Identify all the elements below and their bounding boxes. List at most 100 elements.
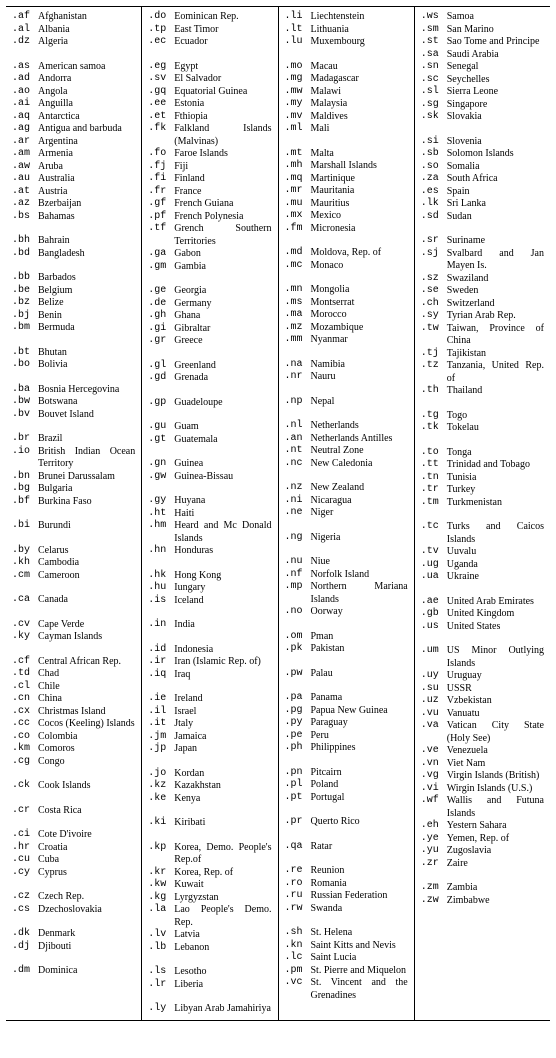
country-name: Muxembourg — [309, 36, 408, 49]
tld-code: .ml — [285, 123, 309, 136]
country-entry: .viWirgin Islands (U.S.) — [421, 783, 544, 796]
tld-code: .se — [421, 285, 445, 298]
country-entry: .esSpain — [421, 186, 544, 199]
country-entry: .tzTanzania, United Rep. of — [421, 360, 544, 385]
country-name: Zimbabwe — [445, 895, 544, 908]
country-name: Montserrat — [309, 297, 408, 310]
country-name: Korea, Rep. of — [172, 867, 271, 880]
country-entry: .toTonga — [421, 447, 544, 460]
tld-code: .sd — [421, 211, 445, 224]
tld-code: .nz — [285, 482, 309, 495]
country-name: Senegal — [445, 61, 544, 74]
country-name: Cook Islands — [36, 780, 135, 793]
tld-code: .kn — [285, 940, 309, 953]
country-name: Guinea — [172, 458, 271, 471]
tld-code: .gl — [148, 360, 172, 373]
country-entry: .bdBangladesh — [12, 248, 135, 261]
country-entry: .cyCyprus — [12, 867, 135, 880]
country-name: Germany — [172, 298, 271, 311]
tld-code: .ir — [148, 656, 172, 669]
country-name: Belize — [36, 297, 135, 310]
tld-code: .ae — [421, 596, 445, 609]
country-entry: .chSwitzerland — [421, 298, 544, 311]
country-entry: .lkSri Lanka — [421, 198, 544, 211]
country-name: Cameroon — [36, 570, 135, 583]
tld-code: .gw — [148, 471, 172, 484]
country-name: Liechtenstein — [309, 11, 408, 24]
tld-code: .sc — [421, 74, 445, 87]
country-name: Macau — [309, 61, 408, 74]
country-name: San Marino — [445, 24, 544, 37]
country-entry: .kmComoros — [12, 743, 135, 756]
tld-code: .ua — [421, 571, 445, 584]
tld-code: .nc — [285, 458, 309, 471]
tld-code: .sv — [148, 73, 172, 86]
spacer — [148, 756, 271, 768]
tld-code: .cv — [12, 619, 36, 632]
country-name: Haiti — [172, 508, 271, 521]
tld-code: .py — [285, 717, 309, 730]
country-entry: .mqMartinique — [285, 173, 408, 186]
tld-code: .ph — [285, 742, 309, 755]
country-entry: .neNiger — [285, 507, 408, 520]
country-entry: .ghGhana — [148, 310, 271, 323]
country-name: Eominican Rep. — [172, 11, 271, 24]
country-entry: .djDjibouti — [12, 941, 135, 954]
tld-code: .np — [285, 396, 309, 409]
tld-code: .pw — [285, 668, 309, 681]
country-entry: .kiKiribati — [148, 817, 271, 830]
country-entry: .fjFiji — [148, 161, 271, 174]
country-name: Cuba — [36, 854, 135, 867]
country-entry: .ntNeutral Zone — [285, 445, 408, 458]
column-2: .doEominican Rep..tpEast Timor.ecEcuador… — [141, 7, 277, 1020]
country-name: Pman — [309, 631, 408, 644]
country-name: Kenya — [172, 793, 271, 806]
spacer — [148, 632, 271, 644]
tld-code: .hk — [148, 570, 172, 583]
country-entry: .ilIsrael — [148, 706, 271, 719]
country-name: Yemen, Rep. of — [445, 833, 544, 846]
tld-code: .um — [421, 645, 445, 658]
country-name: Lao People's Demo. Rep. — [172, 904, 271, 929]
country-entry: .lsLesotho — [148, 966, 271, 979]
tld-code: .vu — [421, 708, 445, 721]
tld-code: .mr — [285, 185, 309, 198]
country-name: Jamaica — [172, 731, 271, 744]
country-name: US Minor Outlying Islands — [445, 645, 544, 670]
tld-code: .kw — [148, 879, 172, 892]
country-entry: .rwSwanda — [285, 903, 408, 916]
tld-code: .sz — [421, 273, 445, 286]
country-name: Grenada — [172, 372, 271, 385]
tld-code: .to — [421, 447, 445, 460]
country-name: Namibia — [309, 359, 408, 372]
country-entry: .bsBahamas — [12, 211, 135, 224]
country-name: Israel — [172, 706, 271, 719]
tld-code: .bd — [12, 248, 36, 261]
tld-code: .aw — [12, 161, 36, 174]
country-entry: .msMontserrat — [285, 297, 408, 310]
country-entry: .bfBurkina Faso — [12, 496, 135, 509]
tld-code: .sa — [421, 49, 445, 62]
country-name: New Zealand — [309, 482, 408, 495]
tld-code: .fr — [148, 186, 172, 199]
tld-code: .nf — [285, 569, 309, 582]
tld-code: .ni — [285, 495, 309, 508]
country-name: St. Pierre and Miquelon — [309, 965, 408, 978]
country-name: Saint Lucia — [309, 952, 408, 965]
tld-code: .fj — [148, 161, 172, 174]
tld-code: .ck — [12, 780, 36, 793]
country-name: Norfolk Island — [309, 569, 408, 582]
country-entry: .ciCote D'ivoire — [12, 829, 135, 842]
country-name: Gabon — [172, 248, 271, 261]
tld-code: .ad — [12, 73, 36, 86]
country-entry: .aiAnguilla — [12, 98, 135, 111]
tld-code: .fo — [148, 148, 172, 161]
tld-code: .gr — [148, 335, 172, 348]
country-entry: .ecEcuador — [148, 36, 271, 49]
tld-code: .pa — [285, 692, 309, 705]
country-entry: .dmDominica — [12, 965, 135, 978]
country-entry: .pfFrench Polynesia — [148, 211, 271, 224]
country-name: Netherlands — [309, 420, 408, 433]
country-entry: .coColombia — [12, 731, 135, 744]
tld-code: .is — [148, 595, 172, 608]
